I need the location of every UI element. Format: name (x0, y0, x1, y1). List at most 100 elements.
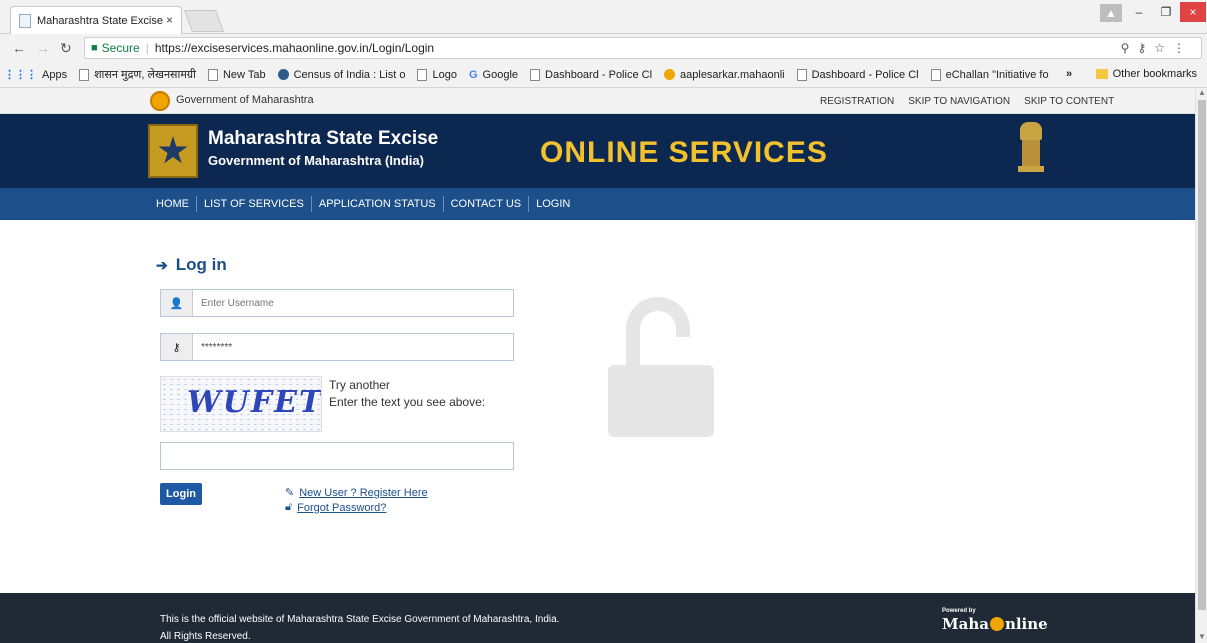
nav-login[interactable]: LOGIN (536, 196, 577, 212)
bookmark-label: New Tab (222, 68, 266, 81)
secure-label: Secure (101, 41, 140, 55)
bookmark-item[interactable]: New Tab (207, 68, 266, 81)
bookmark-label: Dashboard - Police Cl (545, 68, 653, 81)
register-link-text: New User ? Register Here (299, 486, 428, 499)
user-icon: 👤 (161, 290, 193, 316)
bookmark-item[interactable]: Dashboard - Police Cl (796, 68, 919, 81)
forgot-password-link[interactable]: 🔓︎ Forgot Password? (285, 501, 386, 514)
mahaonline-nline: nline (1004, 615, 1048, 633)
nav-application-status[interactable]: APPLICATION STATUS (319, 196, 444, 212)
scroll-down-icon[interactable]: ▼ (1198, 632, 1206, 641)
folder-icon (1095, 69, 1108, 79)
back-arrow-icon[interactable]: ← (12, 40, 26, 56)
url-text: https://exciseservices.mahaonline.gov.in… (154, 41, 435, 55)
excise-emblem-icon (148, 124, 198, 178)
unlock-illustration-icon (608, 297, 714, 437)
bookmark-item[interactable]: Dashboard - Police Cl (530, 68, 653, 81)
site-banner: Maharashtra State Excise Government of M… (0, 114, 1195, 188)
apps-icon: ⋮⋮⋮ (4, 69, 37, 81)
gov-top-bar: Government of Maharashtra REGISTRATION S… (0, 88, 1195, 114)
nav-contact-us[interactable]: CONTACT US (451, 196, 530, 212)
restore-button[interactable]: ❐ (1152, 0, 1180, 24)
brand-title: Maharashtra State Excise (208, 128, 439, 149)
google-icon: G (468, 68, 478, 81)
key-icon[interactable]: ⚷ (1137, 41, 1154, 55)
password-input[interactable] (193, 334, 513, 360)
profile-icon[interactable]: ▲ (1100, 4, 1122, 22)
page-icon (207, 68, 218, 81)
mahaonline-maha: Maha (942, 615, 989, 633)
mahaonline-logo: Maha nline (942, 615, 1048, 633)
bookmark-item[interactable]: Logo (417, 68, 457, 81)
skip-to-navigation-link[interactable]: SKIP TO NAVIGATION (908, 96, 1010, 107)
forgot-password-text: Forgot Password? (297, 501, 387, 514)
other-bookmarks[interactable]: Other bookmarks (1095, 68, 1197, 80)
bookmark-item[interactable]: aaplesarkar.mahaonli (664, 69, 785, 81)
password-group: ⚷ (160, 333, 514, 361)
bookmark-label: शासन मुद्रण, लेखनसामग्री (94, 69, 196, 81)
forward-arrow-icon[interactable]: → (36, 40, 50, 56)
reload-icon[interactable]: ↻ (60, 40, 72, 57)
bookmark-item[interactable]: eChallan "Initiative fo (930, 68, 1049, 81)
page-scrollbar[interactable]: ▲ ▼ (1195, 88, 1207, 643)
powered-by-label: Powered by (942, 608, 976, 614)
bookmark-label: Google (482, 68, 519, 81)
browser-tab[interactable]: Maharashtra State Excise × (10, 6, 182, 34)
page-icon (79, 68, 90, 81)
gov-label: Government of Maharashtra (176, 94, 314, 106)
url-input[interactable]: ■ Secure | https://exciseservices.mahaon… (84, 37, 1202, 59)
bookmarks-bar: ⋮⋮⋮ Apps शासन मुद्रण, लेखनसामग्री New Tab… (0, 62, 1207, 88)
close-window-button[interactable]: × (1180, 2, 1206, 22)
mahaonline-o-icon (989, 617, 1004, 631)
register-link[interactable]: ✎ New User ? Register Here (285, 486, 428, 500)
try-another-link[interactable]: Try another (329, 378, 390, 392)
bookmark-label: aaplesarkar.mahaonli (680, 68, 785, 81)
bookmarks-overflow-icon[interactable]: » (1066, 68, 1072, 80)
login-heading: ➔ Log in (156, 255, 227, 275)
nav-home[interactable]: HOME (156, 196, 197, 212)
username-group: 👤 (160, 289, 514, 317)
bookmark-label: Logo (432, 68, 457, 81)
registration-link[interactable]: REGISTRATION (820, 96, 894, 107)
lock-icon: ■ (91, 42, 98, 54)
username-input[interactable] (193, 290, 513, 316)
url-separator: | (145, 41, 149, 55)
zoom-icon[interactable]: ⚲ (1121, 41, 1138, 55)
skip-to-content-link[interactable]: SKIP TO CONTENT (1024, 96, 1114, 107)
page-favicon-icon (19, 13, 31, 28)
browser-tab-strip: Maharashtra State Excise × ▲ – ❐ × (0, 0, 1207, 34)
key-icon: ⚷ (161, 334, 193, 360)
brand-subtitle: Government of Maharashtra (India) (208, 153, 424, 168)
captcha-hint: Enter the text you see above: (329, 395, 486, 409)
login-button[interactable]: Login (160, 483, 202, 505)
omnibox-actions: ⚲⚷☆⋮ (1121, 41, 1193, 55)
bookmark-apps[interactable]: ⋮⋮⋮ Apps (4, 68, 68, 82)
star-icon[interactable]: ☆ (1154, 41, 1173, 55)
tab-close-icon[interactable]: × (166, 13, 173, 27)
main-nav: HOME LIST OF SERVICES APPLICATION STATUS… (0, 188, 1195, 220)
address-bar: ← → ↻ ■ Secure | https://exciseservices.… (0, 34, 1207, 62)
bookmark-label: Apps (42, 68, 68, 81)
new-tab-button[interactable] (183, 10, 225, 32)
scrollbar-thumb[interactable] (1198, 100, 1206, 610)
login-heading-text: Log in (175, 255, 227, 274)
nav-list-of-services[interactable]: LIST OF SERVICES (204, 196, 312, 212)
scroll-up-icon[interactable]: ▲ (1198, 88, 1206, 97)
captcha-text: WUFET (187, 385, 322, 420)
dot-icon (664, 69, 676, 80)
menu-icon[interactable]: ⋮ (1173, 41, 1193, 55)
sign-in-icon: ➔ (156, 256, 168, 273)
captcha-image: WUFET (160, 376, 322, 432)
bookmark-item[interactable]: Census of India : List o (277, 68, 406, 81)
other-bookmarks-label: Other bookmarks (1112, 68, 1197, 80)
census-icon (277, 69, 289, 80)
ashoka-emblem-icon (1018, 122, 1044, 178)
bookmark-item[interactable]: G Google (469, 69, 518, 81)
footer-rights-text: All Rights Reserved. (160, 631, 251, 642)
online-services-title: ONLINE SERVICES (540, 136, 828, 169)
minimize-button[interactable]: – (1125, 0, 1153, 24)
captcha-input[interactable] (160, 442, 514, 470)
bookmark-label: Census of India : List o (293, 68, 406, 81)
gov-seal-icon (150, 91, 170, 111)
bookmark-item[interactable]: शासन मुद्रण, लेखनसामग्री (79, 67, 196, 82)
